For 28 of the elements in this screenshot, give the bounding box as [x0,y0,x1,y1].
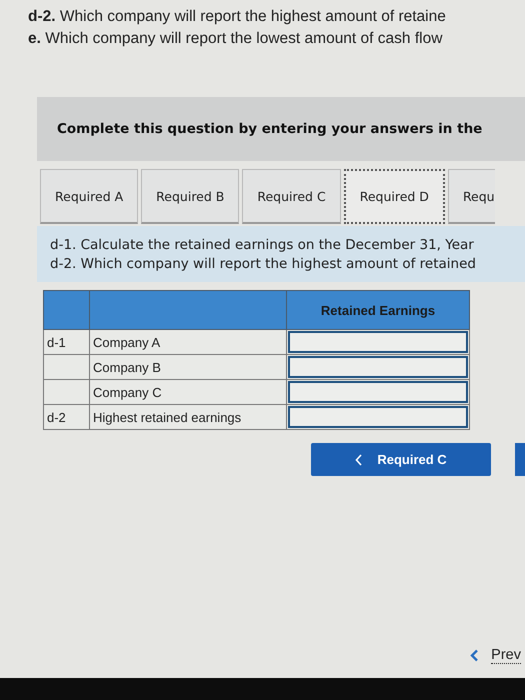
input-field[interactable] [288,406,468,428]
table-cell: d-1 [44,330,90,354]
header-cell [44,290,90,330]
question-text: e. Which company will report the lowest amount of cash flow [28,29,444,49]
header-cell: Retained Earnings [286,290,470,330]
table-cell [44,354,90,380]
instruction-text: Complete this question by entering your answers in the [57,121,482,137]
chevron-left-icon [470,649,480,662]
tab[interactable]: Required A [40,169,138,224]
question-text: d-2. Which company will report the highest amount of retained [50,255,477,274]
table-cell: Company A [90,330,286,354]
table-cell [44,380,90,404]
input-field[interactable] [288,331,468,353]
input-field[interactable] [288,356,468,378]
tab[interactable]: Requ [448,169,495,224]
question-text: d-1. Calculate the retained earnings on the December 31, Year [50,236,475,255]
question-text: d-2. Which company will report the highest amount of retaine [28,7,447,27]
previous-button[interactable]: Required C [311,443,491,476]
chevron-left-icon [355,454,364,466]
prev-link[interactable]: Prev [470,647,521,664]
tab[interactable]: Required D [344,169,445,224]
table-cell: d-2 [44,404,90,430]
table-cell: Highest retained earnings [90,404,286,430]
tab[interactable]: Required B [141,169,240,224]
input-field[interactable] [288,381,468,403]
table-cell: Company B [90,354,286,380]
tab[interactable]: Required C [242,169,341,224]
table-cell: Company C [90,380,286,404]
